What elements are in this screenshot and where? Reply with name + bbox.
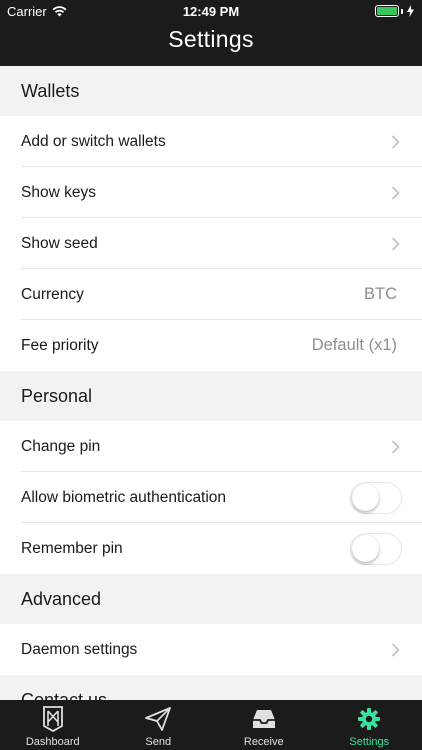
gear-icon	[357, 704, 381, 734]
tab-label: Send	[145, 736, 172, 748]
charging-bolt-icon	[407, 5, 414, 17]
dashboard-logo-icon	[42, 704, 64, 734]
settings-row-show-seed[interactable]: Show seed	[0, 218, 422, 269]
page-title: Settings	[168, 26, 254, 52]
row-label: Show seed	[21, 234, 98, 252]
settings-row-fee-priority[interactable]: Fee priority Default (x1)	[0, 320, 422, 371]
tab-send[interactable]: Send	[106, 700, 212, 750]
status-time: 12:49 PM	[182, 4, 240, 19]
settings-row-allow-biometric-authentication[interactable]: Allow biometric authentication	[0, 472, 422, 523]
row-label: Show keys	[21, 183, 96, 201]
settings-row-change-pin[interactable]: Change pin	[0, 421, 422, 472]
tab-settings[interactable]: Settings	[317, 700, 422, 750]
chevron-right-icon	[392, 440, 400, 453]
toggle-knob	[352, 534, 379, 562]
row-label: Currency	[21, 285, 84, 303]
row-label: Add or switch wallets	[21, 132, 166, 150]
chevron-right-icon	[392, 135, 400, 148]
settings-row-remember-pin[interactable]: Remember pin	[0, 523, 422, 574]
settings-row-show-keys[interactable]: Show keys	[0, 167, 422, 218]
row-label: Change pin	[21, 437, 101, 455]
row-label: Daemon settings	[21, 640, 138, 658]
section-header-advanced: Advanced	[0, 574, 422, 624]
chevron-right-icon	[392, 186, 400, 199]
row-label: Allow biometric authentication	[21, 488, 227, 506]
toggle-switch[interactable]	[350, 481, 402, 514]
settings-row-daemon-settings[interactable]: Daemon settings	[0, 624, 422, 675]
row-value: Default (x1)	[311, 336, 397, 354]
toggle-switch[interactable]	[350, 532, 402, 565]
row-chevron	[391, 135, 401, 149]
tab-label: Dashboard	[25, 736, 80, 748]
navigation-bar: Carrier 12:49 PM Settings	[0, 0, 422, 66]
row-chevron	[391, 237, 401, 251]
tab-label: Receive	[243, 736, 284, 748]
settings-list[interactable]: Wallets Add or switch wallets Show keys Sho…	[0, 66, 422, 700]
section-header-contact-us: Contact us	[0, 675, 422, 700]
row-label: Fee priority	[21, 336, 99, 354]
row-value: BTC	[364, 285, 397, 303]
tab-receive[interactable]: Receive	[211, 700, 317, 750]
settings-row-add-or-switch-wallets[interactable]: Add or switch wallets	[0, 116, 422, 167]
status-bar: Carrier 12:49 PM	[0, 0, 422, 22]
row-chevron	[391, 186, 401, 200]
row-label: Remember pin	[21, 539, 123, 557]
chevron-right-icon	[392, 643, 400, 656]
row-chevron	[391, 643, 401, 657]
row-chevron	[391, 440, 401, 454]
toggle-knob	[352, 483, 379, 511]
chevron-right-icon	[392, 237, 400, 250]
battery-icon	[375, 5, 414, 17]
section-header-wallets: Wallets	[0, 66, 422, 116]
settings-row-currency[interactable]: Currency BTC	[0, 269, 422, 320]
section-header-personal: Personal	[0, 371, 422, 421]
tab-label: Settings	[349, 736, 390, 748]
inbox-tray-icon	[252, 704, 276, 734]
tab-dashboard[interactable]: Dashboard	[0, 700, 106, 750]
paper-plane-icon	[145, 704, 172, 734]
tab-bar: Dashboard Send Receive Settings	[0, 700, 422, 750]
